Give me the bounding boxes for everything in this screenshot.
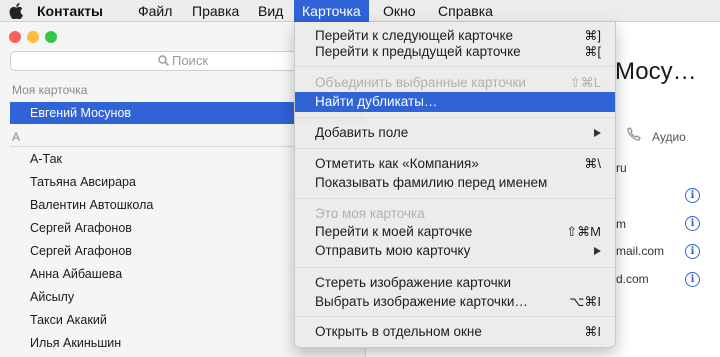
contact-item[interactable]: Айсылу xyxy=(30,290,74,304)
contact-item[interactable]: Анна Айбашева xyxy=(30,267,122,281)
field-fragment: d.com xyxy=(616,272,649,286)
menu-item-label: Объединить выбранные карточки xyxy=(315,75,526,90)
my-card-header: Моя карточка xyxy=(12,83,88,97)
apple-icon[interactable] xyxy=(9,3,23,19)
submenu-arrow-icon xyxy=(594,247,601,255)
menu-card[interactable]: Карточка xyxy=(294,0,369,22)
phone-icon[interactable] xyxy=(626,126,642,142)
menu-item-label: Добавить поле xyxy=(315,125,409,140)
menu-item-add-field[interactable]: Добавить поле xyxy=(295,123,615,143)
menu-item-label: Открыть в отдельном окне xyxy=(315,324,482,339)
menu-item-this-is-my-card: Это моя карточка xyxy=(295,204,615,224)
menu-item-label: Отправить мою карточку xyxy=(315,243,471,258)
info-icon[interactable]: i xyxy=(685,188,700,203)
menu-item-label: Стереть изображение карточки xyxy=(315,275,512,290)
menu-item-choose-image[interactable]: Выбрать изображение карточки… ⌥⌘I xyxy=(295,292,615,312)
menu-window[interactable]: Окно xyxy=(383,0,416,22)
menu-bar: Контакты Файл Правка Вид Карточка Окно С… xyxy=(0,0,720,22)
minimize-button[interactable] xyxy=(27,31,39,43)
contact-item[interactable]: Илья Акиньшин xyxy=(30,336,121,350)
menu-separator xyxy=(295,267,615,268)
contact-name-heading: Мосу… xyxy=(615,58,697,85)
zoom-button[interactable] xyxy=(45,31,57,43)
submenu-arrow-icon xyxy=(594,129,601,137)
menu-help[interactable]: Справка xyxy=(438,0,493,22)
menu-app-contacts[interactable]: Контакты xyxy=(37,0,103,22)
contact-item[interactable]: Валентин Автошкола xyxy=(30,198,153,212)
menu-item-clear-image[interactable]: Стереть изображение карточки xyxy=(295,273,615,293)
menu-item-label: Найти дубликаты… xyxy=(315,94,438,109)
contact-item[interactable]: А-Так xyxy=(30,152,62,166)
close-button[interactable] xyxy=(9,31,21,43)
menu-separator xyxy=(295,117,615,118)
menu-edit[interactable]: Правка xyxy=(192,0,239,22)
menu-file[interactable]: Файл xyxy=(138,0,172,22)
info-icon[interactable]: i xyxy=(685,244,700,259)
menu-item-label: Выбрать изображение карточки… xyxy=(315,294,528,309)
menu-item-label: Это моя карточка xyxy=(315,206,425,221)
menu-item-open-window[interactable]: Открыть в отдельном окне ⌘I xyxy=(295,322,615,342)
field-fragment: m xyxy=(616,217,626,231)
contact-item[interactable]: Сергей Агафонов xyxy=(30,221,132,235)
menu-separator xyxy=(295,66,615,67)
menu-item-mark-company[interactable]: Отметить как «Компания» ⌘\ xyxy=(295,154,615,174)
field-fragment: mail.com xyxy=(616,244,665,258)
shortcut-label: ⌘\ xyxy=(584,156,601,171)
shortcut-label: ⇧⌘L xyxy=(569,75,601,90)
menu-item-label: Отметить как «Компания» xyxy=(315,156,479,171)
menu-separator xyxy=(295,198,615,199)
search-icon xyxy=(158,55,169,66)
shortcut-label: ⌘[ xyxy=(584,44,601,59)
menu-item-merge-cards: Объединить выбранные карточки ⇧⌘L xyxy=(295,73,615,93)
audio-button-label[interactable]: Аудио xyxy=(652,130,686,144)
shortcut-label: ⇧⌘M xyxy=(566,224,601,239)
menu-item-label: Перейти к моей карточке xyxy=(315,224,473,239)
info-icon[interactable]: i xyxy=(685,272,700,287)
contact-item[interactable]: Татьяна Авсирара xyxy=(30,175,136,189)
menu-item-prev-card[interactable]: Перейти к предыдущей карточке ⌘[ xyxy=(295,42,615,62)
shortcut-label: ⌥⌘I xyxy=(569,294,601,309)
menu-separator xyxy=(295,316,615,317)
menu-item-send-my-card[interactable]: Отправить мою карточку xyxy=(295,241,615,261)
contact-item[interactable]: Такси Акакий xyxy=(30,313,107,327)
menu-item-label: Перейти к предыдущей карточке xyxy=(315,44,521,59)
menu-item-go-my-card[interactable]: Перейти к моей карточке ⇧⌘M xyxy=(295,222,615,242)
shortcut-label: ⌘I xyxy=(584,324,601,339)
search-placeholder: Поиск xyxy=(171,53,209,68)
menu-item-find-duplicates[interactable]: Найти дубликаты… xyxy=(295,92,615,112)
menu-item-surname-first[interactable]: Показывать фамилию перед именем xyxy=(295,173,615,193)
menu-separator xyxy=(295,148,615,149)
menu-item-label: Показывать фамилию перед именем xyxy=(315,175,548,190)
field-fragment: ru xyxy=(616,161,627,175)
contact-item[interactable]: Сергей Агафонов xyxy=(30,244,132,258)
card-menu-dropdown: Перейти к следующей карточке ⌘] Перейти … xyxy=(294,22,616,348)
section-letter: А xyxy=(12,130,21,144)
menu-view[interactable]: Вид xyxy=(258,0,283,22)
info-icon[interactable]: i xyxy=(685,216,700,231)
